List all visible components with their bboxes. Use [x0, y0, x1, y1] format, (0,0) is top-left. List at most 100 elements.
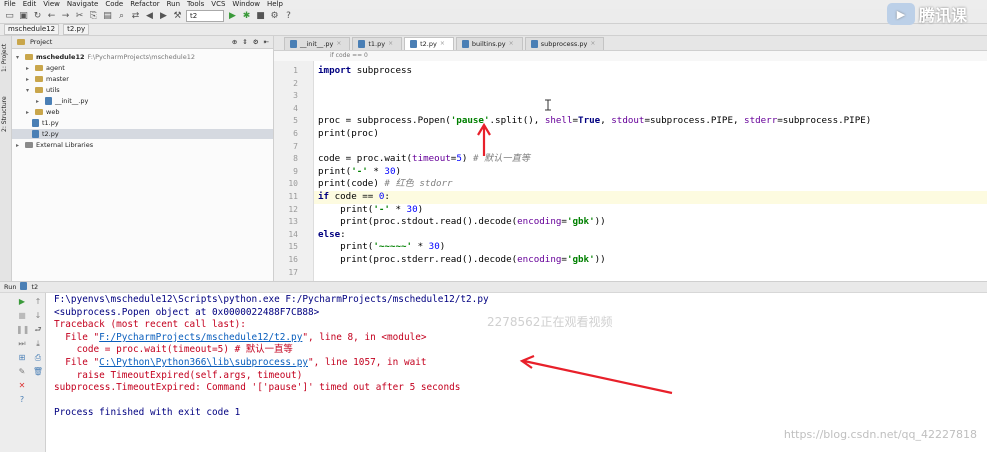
cut-icon[interactable]: ✂ — [74, 11, 85, 22]
run-config-select[interactable]: t2 — [186, 10, 224, 22]
close-icon[interactable]: ✕ — [16, 380, 28, 391]
scroll-up-icon[interactable]: ↑ — [32, 296, 44, 307]
hide-panel-icon[interactable]: ⇤ — [264, 38, 269, 46]
tree-item-agent[interactable]: ▸ agent — [26, 63, 65, 73]
save-icon[interactable]: ▣ — [18, 11, 29, 22]
stop-icon[interactable]: ■ — [16, 310, 28, 321]
line-number: 11 — [288, 192, 298, 201]
soft-wrap-icon[interactable]: ⮐ — [32, 324, 44, 335]
tree-item-label: web — [46, 108, 60, 116]
tree-item-master[interactable]: ▸ master — [26, 74, 69, 84]
menu-run[interactable]: Run — [167, 0, 180, 9]
menu-refactor[interactable]: Refactor — [130, 0, 159, 9]
stop-icon[interactable]: ■ — [255, 11, 266, 22]
tree-item-external-libraries[interactable]: ▸ External Libraries — [16, 140, 93, 150]
scroll-to-end-icon[interactable]: ⤓ — [32, 338, 44, 349]
print-icon[interactable]: ⎙ — [32, 352, 44, 363]
close-icon[interactable]: × — [388, 38, 393, 50]
file-link[interactable]: C:\Python\Python366\lib\subprocess.py — [99, 357, 308, 368]
menu-navigate[interactable]: Navigate — [67, 0, 98, 9]
tab-t2[interactable]: t2.py × — [404, 37, 454, 50]
pin-icon[interactable]: ✎ — [16, 366, 28, 377]
forward-icon[interactable]: → — [60, 11, 71, 22]
menu-vcs[interactable]: VCS — [211, 0, 225, 9]
menu-edit[interactable]: Edit — [23, 0, 37, 9]
code-breadcrumb[interactable]: if code == 0 — [274, 51, 987, 61]
project-view-select[interactable]: Project — [30, 38, 52, 46]
back-icon[interactable]: ← — [46, 11, 57, 22]
tab-project[interactable]: 1: Project — [1, 40, 11, 76]
breadcrumb-file[interactable]: t2.py — [63, 24, 90, 35]
menu-help[interactable]: Help — [267, 0, 283, 9]
settings-icon[interactable]: ⚙ — [269, 11, 280, 22]
tab-t1[interactable]: t1.py × — [352, 37, 403, 50]
tree-item-root[interactable]: ▾ mschedule12 F:\PycharmProjects\mschedu… — [16, 52, 195, 62]
rerun-icon[interactable]: ▶ — [16, 296, 28, 307]
tree-item-init[interactable]: ▸ __init__.py — [36, 96, 88, 106]
help-icon[interactable]: ? — [283, 11, 294, 22]
pause-icon[interactable]: ❚❚ — [16, 324, 29, 335]
file-link[interactable]: F:/PycharmProjects/mschedule12/t2.py — [99, 332, 302, 343]
tab-init[interactable]: __init__.py × — [284, 37, 351, 50]
replace-icon[interactable]: ⇄ — [130, 11, 141, 22]
navigation-bar: mschedule12 t2.py — [0, 24, 987, 36]
nav-forward-icon[interactable]: ▶ — [158, 11, 169, 22]
tab-builtins[interactable]: builtins.py × — [455, 37, 523, 50]
python-file-icon — [410, 40, 418, 48]
open-folder-icon[interactable]: ▭ — [4, 11, 15, 22]
collapsed-arrow-icon: ▸ — [36, 97, 40, 105]
delete-icon[interactable]: 🗑 — [32, 366, 44, 377]
code-line: print('-' * 30) — [318, 165, 402, 177]
menu-code[interactable]: Code — [105, 0, 123, 9]
tree-item-t1[interactable]: t1.py — [32, 118, 59, 128]
scroll-down-icon[interactable]: ↓ — [32, 310, 44, 321]
tab-subprocess[interactable]: subprocess.py × — [524, 37, 605, 50]
viewer-count-overlay: 2278562正在观看视频 — [487, 315, 613, 329]
paste-icon[interactable]: ▤ — [102, 11, 113, 22]
menu-window[interactable]: Window — [232, 0, 260, 9]
close-icon[interactable]: × — [509, 38, 514, 50]
tab-label: t1.py — [368, 40, 386, 48]
find-icon[interactable]: ⌕ — [116, 11, 127, 22]
panel-settings-icon[interactable]: ⚙ — [253, 38, 259, 46]
expanded-arrow-icon: ▾ — [16, 53, 20, 61]
close-icon[interactable]: × — [440, 38, 445, 50]
line-number: 2 — [293, 78, 298, 88]
code-editor[interactable]: import subprocess proc = subprocess.Pope… — [314, 61, 987, 281]
tree-item-utils[interactable]: ▾ utils — [26, 85, 60, 95]
menu-file[interactable]: File — [4, 0, 16, 9]
sync-icon[interactable]: ↻ — [32, 11, 43, 22]
locate-icon[interactable]: ⊕ — [232, 38, 237, 46]
python-file-icon — [290, 40, 297, 48]
tree-item-web[interactable]: ▸ web — [26, 107, 59, 117]
menu-tools[interactable]: Tools — [187, 0, 204, 9]
debug-icon[interactable]: ✱ — [241, 11, 252, 22]
copy-icon[interactable]: ⎘ — [88, 11, 99, 22]
step-icon[interactable]: ⏭ — [16, 338, 28, 349]
code-line: import subprocess — [318, 65, 413, 76]
build-icon[interactable]: ⚒ — [172, 11, 183, 22]
folder-icon — [35, 65, 43, 71]
run-config-tab[interactable]: t2 — [31, 282, 38, 292]
close-icon[interactable]: × — [336, 38, 341, 50]
line-number: 14 — [288, 229, 298, 239]
python-file-icon — [461, 40, 469, 48]
tree-item-label: t2.py — [42, 130, 59, 138]
nav-back-icon[interactable]: ◀ — [144, 11, 155, 22]
code-line: else: — [318, 228, 346, 240]
console-line: subprocess.TimeoutExpired: Command '['pa… — [54, 382, 461, 394]
console-line: File "C:\Python\Python366\lib\subprocess… — [54, 357, 427, 368]
line-number: 16 — [288, 255, 298, 264]
breadcrumb-project[interactable]: mschedule12 — [4, 24, 60, 35]
run-panel-header: Run t2 — [0, 281, 987, 293]
run-icon[interactable]: ▶ — [227, 11, 238, 22]
collapse-icon[interactable]: ⇕ — [242, 38, 247, 46]
tab-structure[interactable]: 2: Structure — [1, 92, 11, 136]
restore-layout-icon[interactable]: ⊞ — [16, 352, 28, 363]
help-icon[interactable]: ? — [16, 394, 28, 405]
menu-view[interactable]: View — [43, 0, 60, 9]
line-number: 17 — [288, 267, 298, 277]
code-line: print('~~~~~' * 30) — [318, 241, 446, 253]
close-icon[interactable]: × — [590, 38, 595, 50]
tree-item-t2[interactable]: t2.py — [12, 129, 273, 139]
